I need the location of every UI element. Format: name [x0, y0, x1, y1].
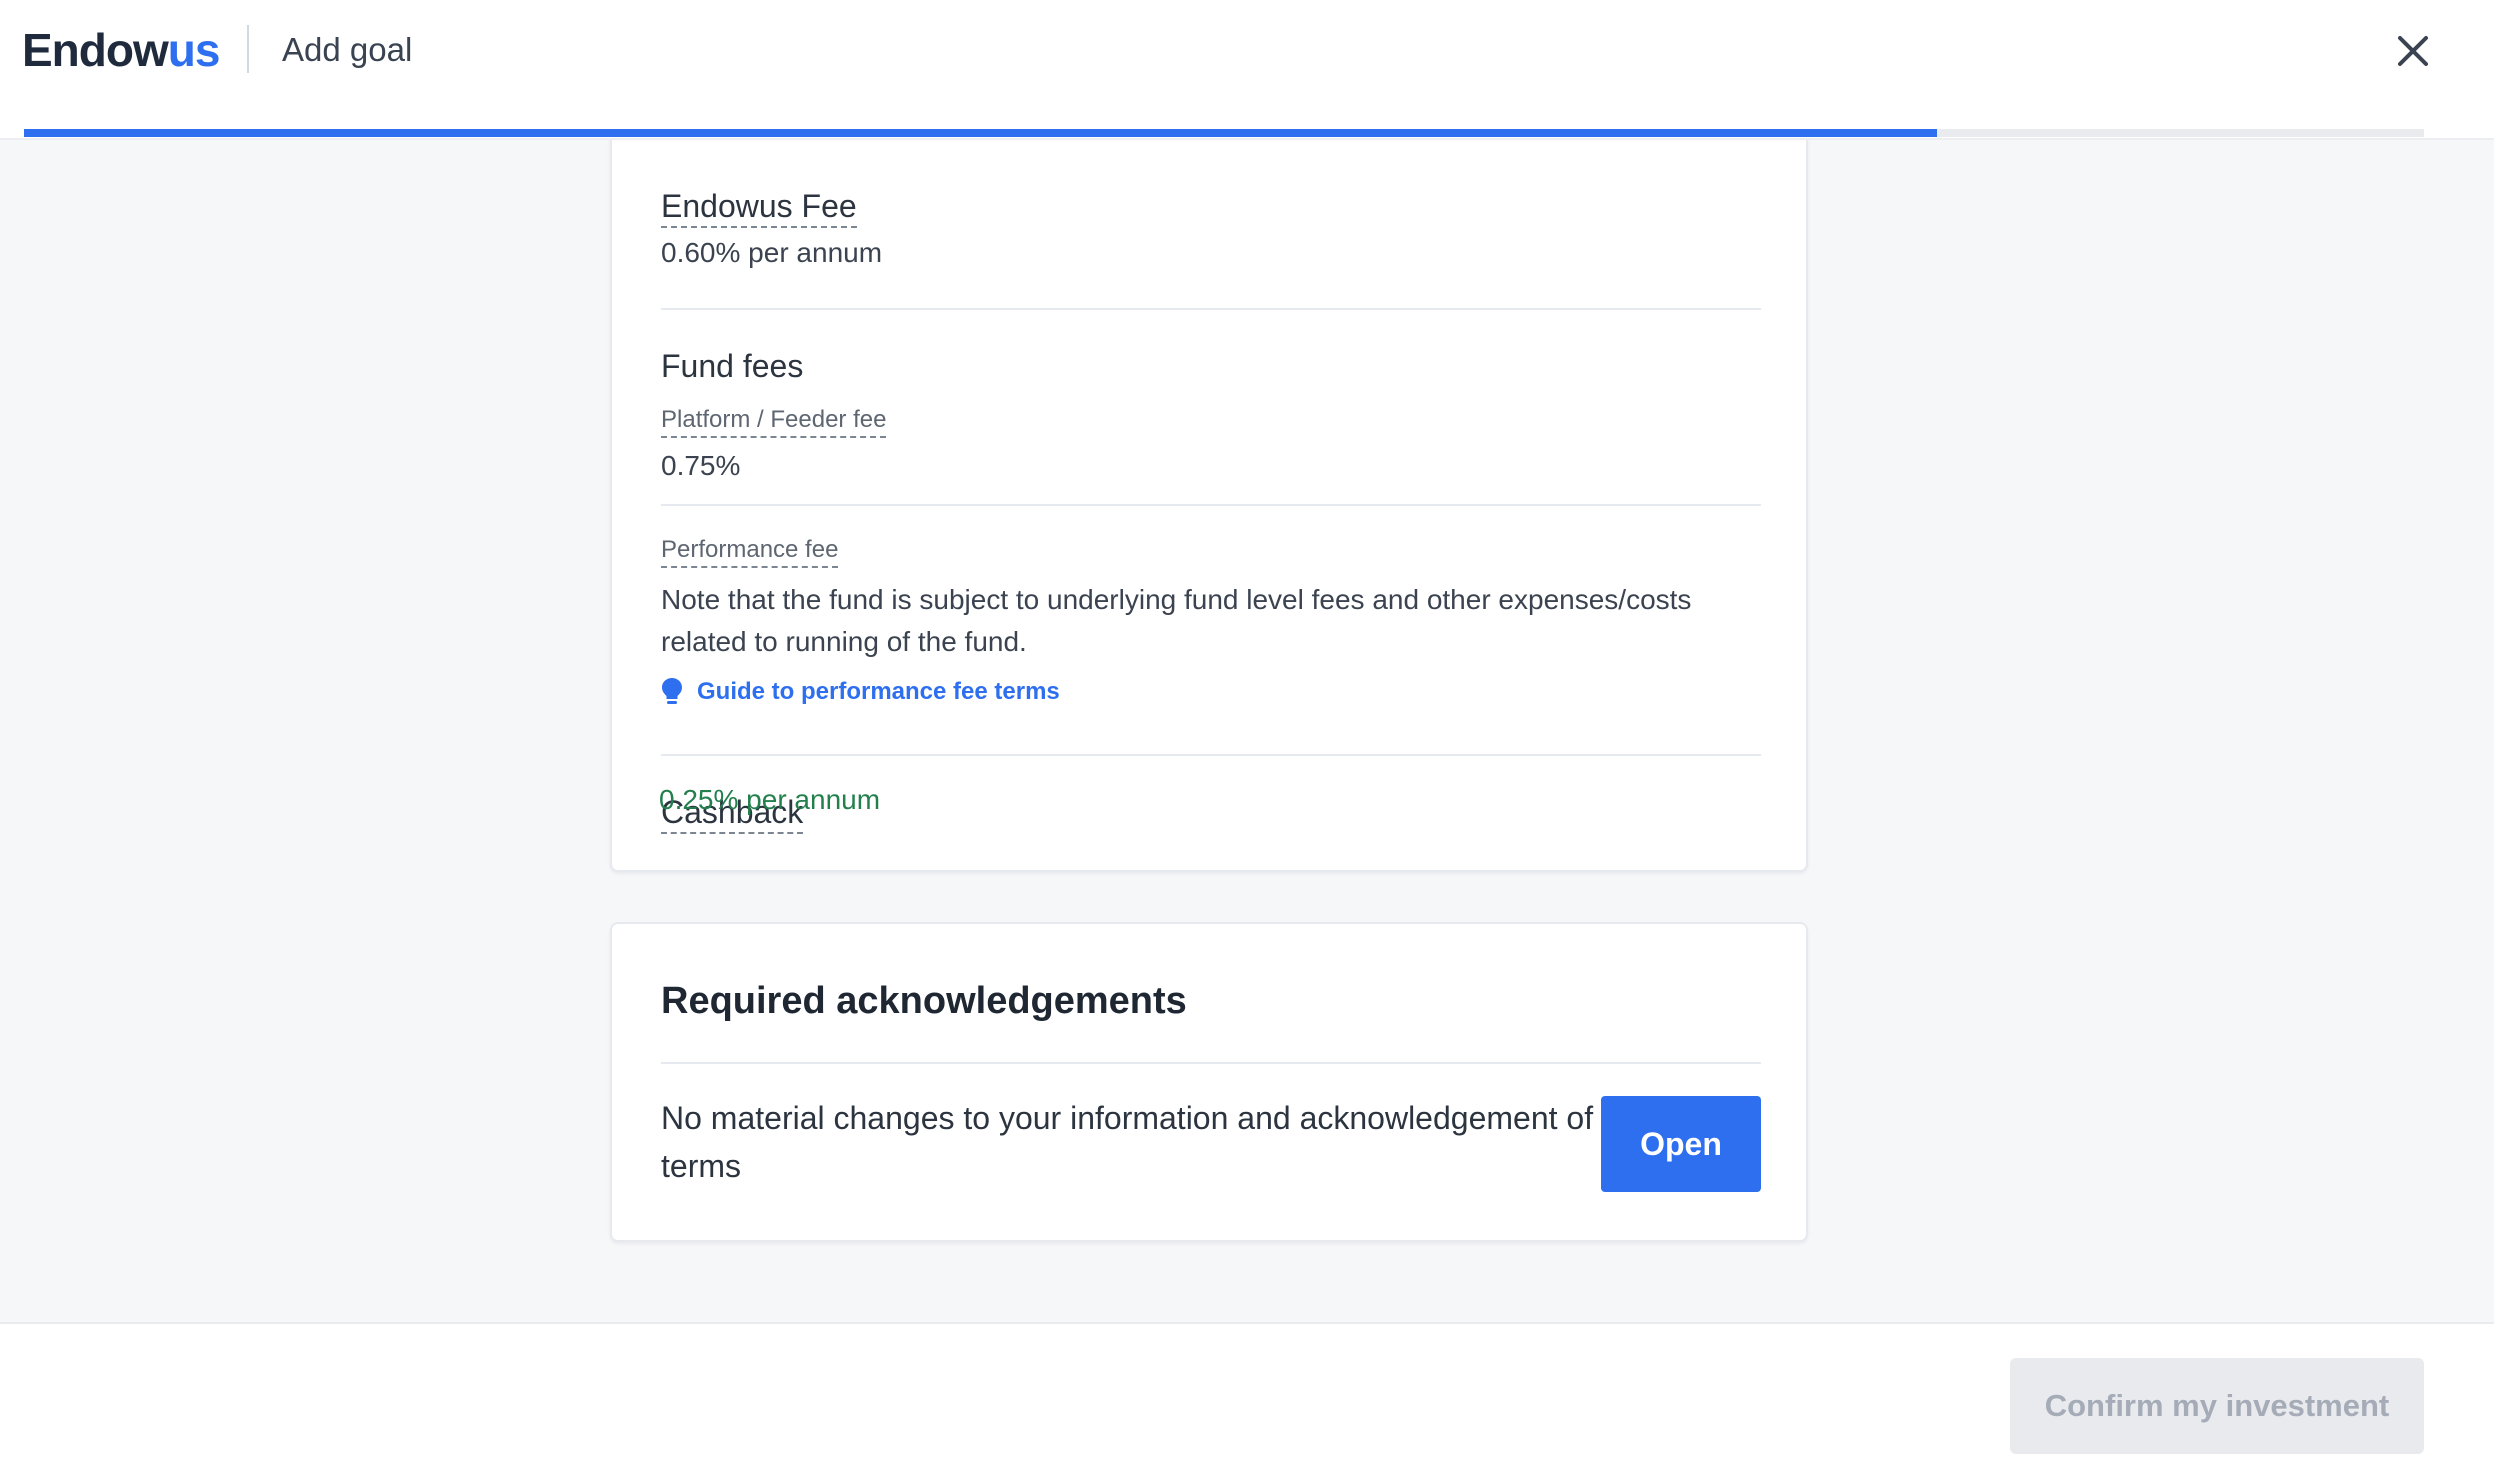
logo-text-us: us [167, 24, 221, 76]
platform-fee-label[interactable]: Platform / Feeder fee [661, 404, 887, 438]
endowus-fee-label-row: Endowus Fee [661, 186, 857, 228]
performance-fee-label-row: Performance fee [661, 534, 839, 568]
divider [661, 1062, 1761, 1064]
guide-link-text: Guide to performance fee terms [697, 678, 1060, 705]
performance-fee-label[interactable]: Performance fee [661, 534, 839, 568]
lightbulb-icon [662, 678, 682, 704]
platform-fee-label-row: Platform / Feeder fee [661, 404, 887, 438]
logo-text-endow: Endow [22, 24, 169, 76]
close-icon [2398, 36, 2428, 66]
guide-performance-fee-link[interactable]: Guide to performance fee terms [661, 676, 1060, 708]
fund-fees-title: Fund fees [661, 348, 804, 384]
divider [661, 308, 1761, 310]
progress-bar-fill [24, 129, 1937, 137]
confirm-investment-button[interactable]: Confirm my investment [2010, 1358, 2424, 1454]
progress-bar [24, 129, 2424, 137]
close-button[interactable] [2390, 28, 2436, 74]
endowus-logo[interactable]: Endowus [22, 22, 221, 78]
acknowledgements-card: Required acknowledgements No material ch… [610, 922, 1808, 1242]
endowus-fee-label[interactable]: Endowus Fee [661, 186, 857, 228]
performance-fee-note: Note that the fund is subject to underly… [661, 584, 1692, 657]
endowus-fee-value: 0.60% per annum [661, 237, 883, 268]
acknowledgements-title: Required acknowledgements [661, 980, 1187, 1022]
acknowledgement-item-text: No material changes to your information … [661, 1100, 1594, 1184]
app-header: Endowus Add goal [0, 0, 2494, 140]
open-acknowledgement-button[interactable]: Open [1601, 1096, 1761, 1192]
main-content[interactable]: Endowus Fee 0.60% per annum Fund fees Pl… [0, 140, 2494, 1322]
page-title: Add goal [282, 31, 413, 68]
divider [661, 754, 1761, 756]
divider [661, 504, 1761, 506]
header-divider [247, 25, 249, 73]
fees-card: Endowus Fee 0.60% per annum Fund fees Pl… [610, 140, 1808, 872]
cashback-value: 0.25% per annum [659, 784, 881, 815]
footer-bar: Confirm my investment [0, 1322, 2494, 1464]
platform-fee-value: 0.75% [661, 450, 741, 481]
